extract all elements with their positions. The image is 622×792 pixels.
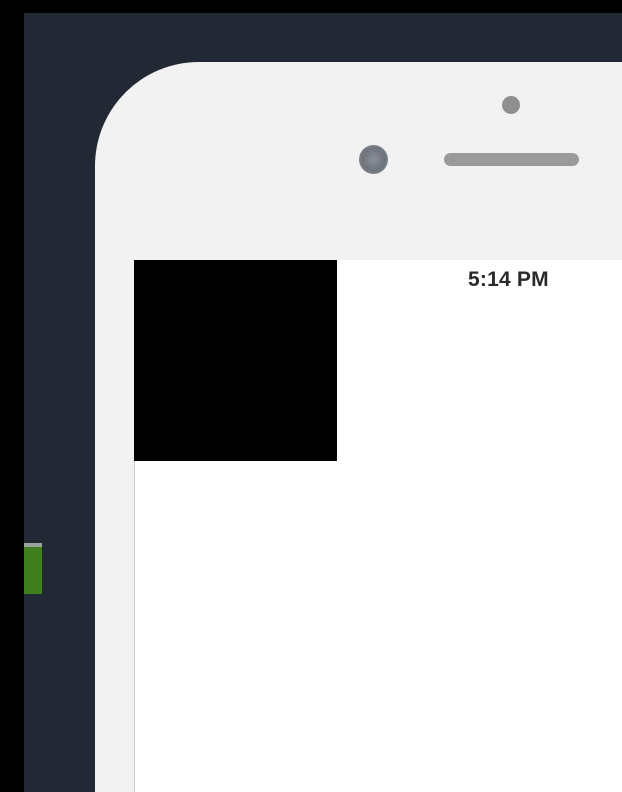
side-indicator-cap [24,543,42,547]
content-view[interactable] [134,260,337,461]
speaker-icon [444,153,579,166]
camera-icon [359,145,388,174]
status-bar-time: 5:14 PM [468,268,549,291]
simulator-window: 5:14 PM [0,0,622,792]
sensor-icon [502,96,520,114]
side-indicator [24,543,42,594]
